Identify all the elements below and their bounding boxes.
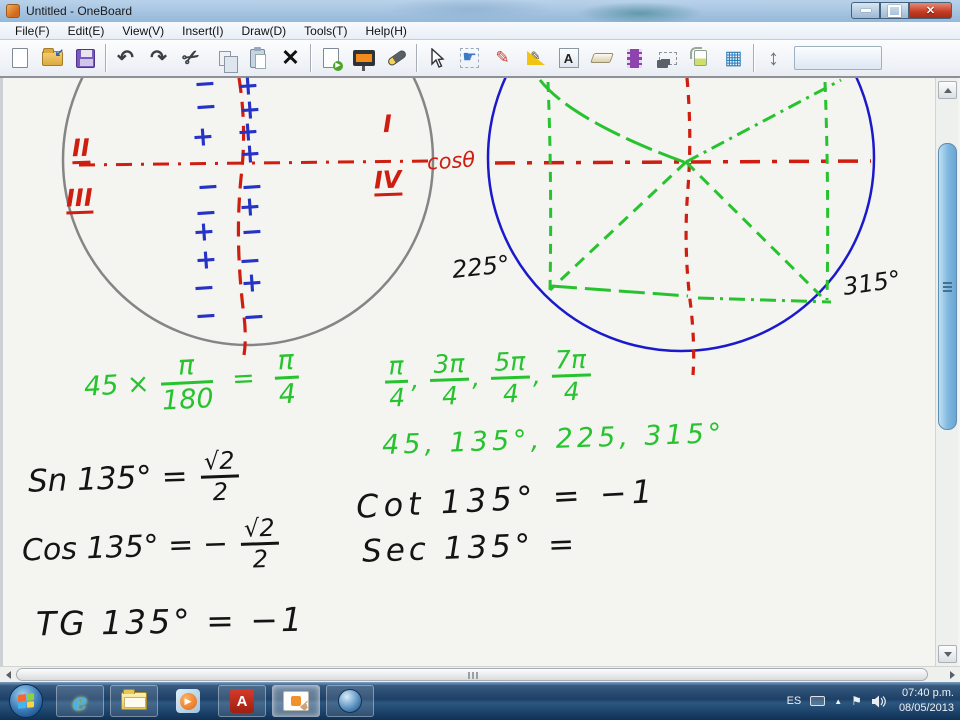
tray-date: 08/05/2013 [898, 702, 954, 714]
scroll-down-button[interactable] [938, 645, 957, 663]
language-indicator[interactable]: ES [787, 695, 802, 707]
sign-mark: − [241, 300, 267, 334]
action-center-flag-icon[interactable]: ⚑ [851, 694, 862, 708]
down-arrow-icon [943, 651, 952, 657]
conv-lhs: 45 [83, 369, 120, 403]
keyboard-icon[interactable] [810, 696, 826, 706]
taskbar-sphere-app[interactable] [326, 685, 374, 717]
sign-mark: − [193, 90, 219, 124]
volume-icon[interactable] [871, 695, 886, 708]
sec-equation: Sec 135° = [361, 526, 579, 570]
frac-4: 7π 4 [550, 345, 592, 406]
quadrant-3-label: III [65, 184, 94, 215]
sin-equation: Sn 135° = √2 2 [27, 447, 243, 510]
sign-mark: + [237, 137, 263, 171]
sqrt2-over-2: √2 2 [199, 447, 240, 506]
sign-mark: − [193, 299, 219, 333]
internet-explorer-icon: e [72, 686, 88, 716]
scroll-right-button[interactable] [945, 668, 959, 682]
taskbar: e ▶ A ES ▲ ⚑ 07:40 p.m. 08/05/2013 [0, 682, 960, 720]
oneboard-icon [283, 691, 309, 711]
left-arrow-icon [5, 671, 11, 679]
quadrant-4-label: IV [373, 166, 402, 197]
tray-time: 07:40 p.m. [902, 687, 954, 700]
equals-sign: = [231, 362, 256, 395]
neg-sqrt2-over-2: √2 2 [239, 514, 280, 573]
thumb-grip [472, 672, 474, 679]
media-player-icon: ▶ [176, 689, 200, 713]
vertical-scroll-thumb[interactable] [938, 143, 957, 430]
scroll-up-button[interactable] [938, 81, 957, 99]
cos-equation: Cos 135° = − √2 2 [21, 514, 283, 579]
taskbar-media-player[interactable]: ▶ [164, 685, 212, 717]
quadrant-1-label: I [382, 109, 393, 139]
horizontal-scroll-thumb[interactable] [16, 668, 928, 681]
folder-icon [121, 689, 147, 710]
taskbar-oneboard[interactable] [272, 685, 320, 717]
quadrant-2-label: II [71, 134, 91, 165]
right-arrow-icon [949, 671, 955, 679]
times-sign: × [126, 368, 151, 401]
quadrantal-fractions: π4, 3π 4, 5π 4, 7π 4 [381, 345, 595, 412]
horizontal-scrollbar[interactable] [0, 666, 960, 682]
hidden-icons-chevron[interactable]: ▲ [834, 697, 842, 706]
windows-flag-icon [18, 693, 34, 709]
start-button[interactable] [9, 684, 43, 718]
pi-over-4: π4 [272, 345, 300, 410]
taskbar-windows-explorer[interactable] [110, 685, 158, 717]
clock[interactable]: 07:40 p.m. 08/05/2013 [895, 686, 954, 716]
frac-3: 5π 4 [489, 347, 531, 408]
sign-mark: + [190, 120, 216, 154]
up-arrow-icon [943, 87, 952, 93]
sign-mark: + [239, 266, 265, 300]
thumb-grip [943, 282, 952, 284]
frac-2: 3π 4 [429, 349, 470, 411]
vertical-scrollbar[interactable] [935, 78, 958, 666]
conversion-equation: 45 × π 180 = π4 [83, 345, 304, 418]
sphere-app-icon [338, 689, 362, 713]
cos-axis-label: cosθ [426, 147, 476, 175]
sign-mark: − [239, 215, 265, 249]
pi-over-180: π 180 [159, 349, 215, 417]
taskbar-internet-explorer[interactable]: e [56, 685, 104, 717]
taskbar-adobe-reader[interactable]: A [218, 685, 266, 717]
tan-equation: TG 135° = −1 [35, 599, 306, 644]
frac-1: π4 [384, 351, 409, 412]
scroll-left-button[interactable] [1, 668, 15, 682]
pinned-apps: e ▶ A [56, 684, 374, 718]
system-tray: ES ▲ ⚑ 07:40 p.m. 08/05/2013 [787, 682, 954, 720]
adobe-reader-icon: A [230, 689, 254, 713]
